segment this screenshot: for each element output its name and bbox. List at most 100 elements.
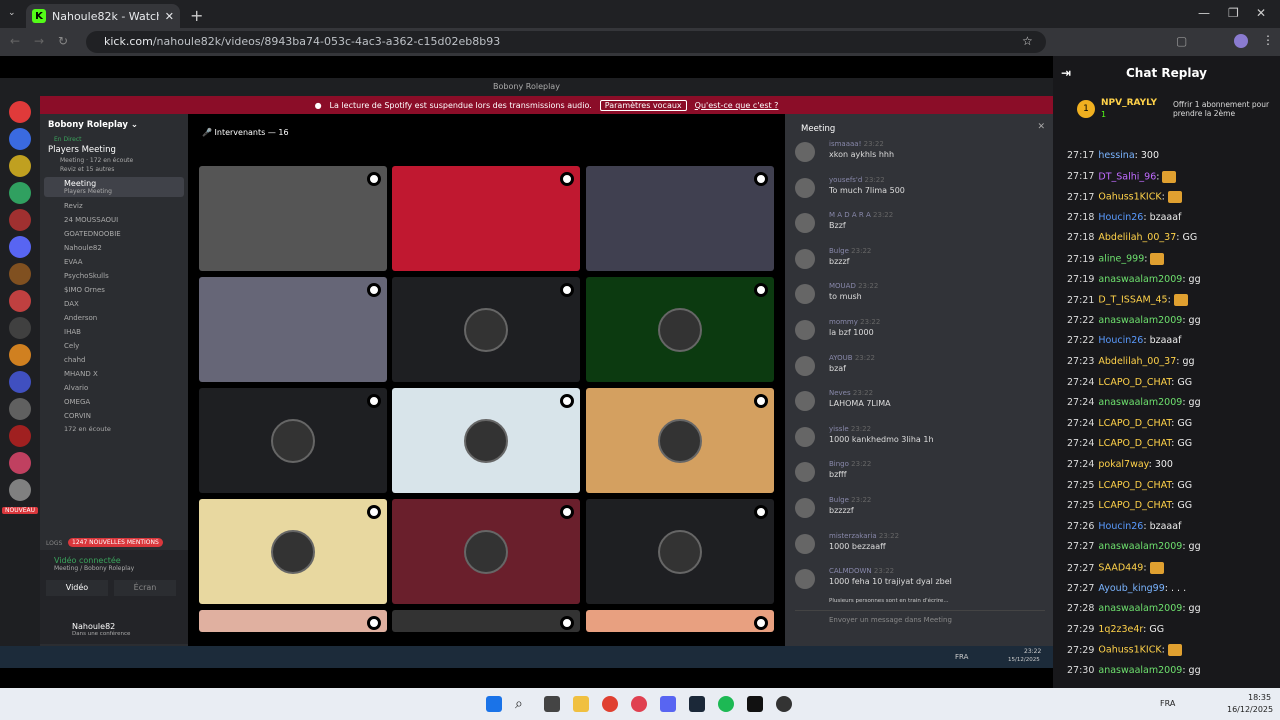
tile-option-icon[interactable] (367, 283, 381, 297)
chat-username[interactable]: Oahuss1KICK (1098, 192, 1161, 203)
voice-member[interactable]: $IMO Ornes (40, 283, 188, 297)
voice-member[interactable]: OMEGA (40, 395, 188, 409)
voice-member[interactable]: MHAND X (40, 367, 188, 381)
participant-tile[interactable] (392, 166, 580, 271)
maximize-button[interactable]: ❐ (1228, 6, 1239, 20)
participant-tile[interactable] (586, 499, 774, 604)
browser-tab[interactable]: K Nahoule82k - Watch the V ✕ (26, 4, 180, 28)
tab-menu-icon[interactable]: ⌄ (8, 8, 16, 18)
file-explorer-icon[interactable] (573, 696, 589, 712)
url-input[interactable]: kick.com/nahoule82k/videos/8943ba74-053c… (86, 31, 1046, 53)
tile-option-icon[interactable] (367, 505, 381, 519)
participant-tile[interactable] (199, 277, 387, 382)
reload-icon[interactable]: ↻ (58, 34, 68, 48)
chat-username[interactable]: Houcin26 (1098, 212, 1143, 223)
taskbar-lang[interactable]: FRA (1160, 699, 1175, 708)
chat-username[interactable]: LCAPO_D_CHAT (1098, 480, 1171, 491)
tile-option-icon[interactable] (754, 283, 768, 297)
chat-input[interactable]: Envoyer un message dans Meeting (795, 610, 1045, 630)
participant-tile[interactable] (392, 610, 580, 632)
voice-member[interactable]: EVAA (40, 255, 188, 269)
participant-tile[interactable] (199, 388, 387, 493)
chat-username[interactable]: D_T_ISSAM_45 (1098, 295, 1167, 306)
chat-username[interactable]: anaswaalam2009 (1098, 665, 1182, 676)
participant-tile[interactable] (586, 388, 774, 493)
tile-option-icon[interactable] (367, 394, 381, 408)
server-icon[interactable] (9, 263, 31, 285)
obs-icon[interactable] (776, 696, 792, 712)
tile-option-icon[interactable] (367, 616, 381, 630)
server-icon[interactable] (9, 452, 31, 474)
chat-username[interactable]: LCAPO_D_CHAT (1098, 500, 1171, 511)
chat-username[interactable]: Abdelilah_00_37 (1098, 356, 1176, 367)
server-icon[interactable] (9, 398, 31, 420)
bookmark-star-icon[interactable]: ☆ (1022, 34, 1033, 48)
participant-tile[interactable] (199, 166, 387, 271)
video-player[interactable]: Bobony Roleplay ● La lecture de Spotify … (0, 56, 1053, 688)
chat-username[interactable]: 1q2z3e4r (1098, 624, 1143, 635)
chat-username[interactable]: anaswaalam2009 (1098, 315, 1182, 326)
participant-tile[interactable] (586, 610, 774, 632)
voice-channel-meeting[interactable]: Meeting Players Meeting (44, 177, 184, 197)
voice-member[interactable]: PsychoSkulls (40, 269, 188, 283)
spotify-icon[interactable] (718, 696, 734, 712)
participant-tile[interactable] (586, 277, 774, 382)
taskbar-date[interactable]: 16/12/2025 (1227, 705, 1273, 714)
browser-menu-icon[interactable]: ⋮ (1262, 33, 1274, 47)
voice-member[interactable]: DAX (40, 297, 188, 311)
chat-username[interactable]: pokal7way (1098, 459, 1148, 470)
video-button[interactable]: Vidéo (46, 580, 108, 596)
chat-username[interactable]: hessina (1098, 150, 1134, 161)
voice-member[interactable]: GOATEDNOOBIE (40, 227, 188, 241)
server-icon[interactable] (9, 290, 31, 312)
participant-tile[interactable] (392, 499, 580, 604)
tile-option-icon[interactable] (367, 172, 381, 186)
tile-option-icon[interactable] (560, 505, 574, 519)
chat-username[interactable]: Ayoub_king99 (1098, 583, 1164, 594)
minimize-button[interactable]: — (1198, 6, 1210, 20)
capcut-icon[interactable] (747, 696, 763, 712)
extensions-icon[interactable]: ▢ (1176, 34, 1187, 48)
server-header[interactable]: Bobony Roleplay ⌄ (40, 114, 188, 136)
voice-settings-button[interactable]: Paramètres vocaux (599, 99, 687, 111)
collapse-chat-icon[interactable]: ⇥ (1061, 56, 1071, 90)
discord-icon[interactable] (660, 696, 676, 712)
tile-option-icon[interactable] (754, 616, 768, 630)
chat-username[interactable]: LCAPO_D_CHAT (1098, 438, 1171, 449)
server-icon[interactable] (9, 236, 31, 258)
gift-banner[interactable]: 1 NPV_RAYLY 1 Offrir 1 abonnement pour p… (1077, 98, 1277, 124)
tile-option-icon[interactable] (560, 616, 574, 630)
search-icon[interactable]: ⌕ (515, 696, 531, 712)
screen-button[interactable]: Écran (114, 580, 176, 596)
server-icon[interactable] (9, 101, 31, 123)
forward-icon[interactable]: → (34, 34, 44, 48)
tile-option-icon[interactable] (754, 172, 768, 186)
voice-member[interactable]: Nahoule82 (40, 241, 188, 255)
tile-option-icon[interactable] (754, 505, 768, 519)
server-icon[interactable] (9, 371, 31, 393)
tab-close-icon[interactable]: ✕ (165, 10, 174, 23)
task-view-icon[interactable] (544, 696, 560, 712)
tile-option-icon[interactable] (560, 283, 574, 297)
voice-member[interactable]: Cely (40, 339, 188, 353)
server-icon[interactable] (9, 128, 31, 150)
voice-member[interactable]: 24 MOUSSAOUI (40, 213, 188, 227)
voice-member[interactable]: Reviz (40, 199, 188, 213)
server-icon[interactable] (9, 155, 31, 177)
chat-username[interactable]: Houcin26 (1098, 335, 1143, 346)
close-window-button[interactable]: ✕ (1256, 6, 1266, 20)
server-icon[interactable] (9, 209, 31, 231)
chat-username[interactable]: LCAPO_D_CHAT (1098, 418, 1171, 429)
mentions-badge[interactable]: 1247 NOUVELLES MENTIONS (68, 538, 163, 547)
voice-member[interactable]: Anderson (40, 311, 188, 325)
server-icon[interactable] (9, 479, 31, 501)
steam-icon[interactable] (689, 696, 705, 712)
chat-username[interactable]: anaswaalam2009 (1098, 541, 1182, 552)
server-icon[interactable] (9, 317, 31, 339)
start-icon[interactable] (486, 696, 502, 712)
app-icon[interactable] (631, 696, 647, 712)
chat-username[interactable]: anaswaalam2009 (1098, 603, 1182, 614)
participant-tile[interactable] (392, 277, 580, 382)
voice-member[interactable]: IHAB (40, 325, 188, 339)
participant-tile[interactable] (199, 610, 387, 632)
